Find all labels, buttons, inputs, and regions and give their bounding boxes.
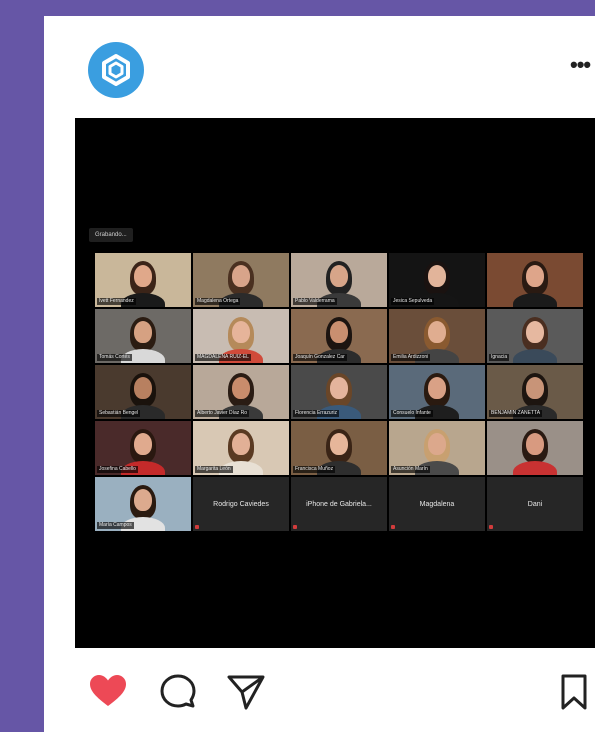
bookmark-icon[interactable] — [558, 672, 590, 712]
heart-icon[interactable] — [88, 672, 128, 712]
participant-name: Ivett Fernandez — [97, 298, 136, 305]
participant-face — [330, 321, 348, 343]
comment-icon[interactable] — [158, 672, 198, 712]
brand-logo-icon — [102, 54, 130, 86]
participant-face — [134, 377, 152, 399]
participant-tile: Francisca Muñoz — [291, 421, 387, 475]
participant-tile — [487, 253, 583, 307]
participant-name: Tomás Cortés — [97, 354, 132, 361]
participant-name: Asunción Marín — [391, 466, 430, 473]
participant-face — [526, 433, 544, 455]
muted-mic-icon — [195, 525, 199, 529]
post-actions — [44, 656, 595, 716]
participant-tile: MAGDALENA RUIZ-EL — [193, 309, 289, 363]
participant-face — [526, 377, 544, 399]
participant-tile: Dani — [487, 477, 583, 531]
participant-face — [428, 265, 446, 287]
participant-name: Francisca Muñoz — [293, 466, 336, 473]
participant-tile: Magdalena Ortega — [193, 253, 289, 307]
participant-name: Sebastián Bengel — [97, 410, 141, 417]
participant-face — [428, 377, 446, 399]
participant-face — [134, 321, 152, 343]
participant-name: Florencia Errazuriz — [293, 410, 339, 417]
participant-name: MAGDALENA RUIZ-EL — [195, 354, 251, 361]
participant-tile: Joaquín Gonzalez Car — [291, 309, 387, 363]
participant-face — [428, 321, 446, 343]
post-image: Grabando... Ivett Fernandez Magdalena Ort… — [75, 118, 595, 648]
muted-mic-icon — [489, 525, 493, 529]
participant-name: Pablo Valderrama — [293, 298, 337, 305]
participant-name: Joaquín Gonzalez Car — [293, 354, 347, 361]
participant-name: BENJAMÍN ZANETTA — [489, 410, 543, 417]
participant-face — [330, 265, 348, 287]
participant-name: Consuelo Infante — [391, 410, 433, 417]
participant-tile: Sebastián Bengel — [95, 365, 191, 419]
participant-face — [134, 489, 152, 511]
participant-name: Josefina Cabello — [97, 466, 138, 473]
participant-name: iPhone de Gabriela... — [306, 500, 372, 508]
participant-tile: Emilia Ardizzoni — [389, 309, 485, 363]
post-card: ••• Grabando... Ivett Fernandez Magdalena… — [44, 16, 595, 732]
participant-face — [526, 321, 544, 343]
more-options-icon[interactable]: ••• — [570, 56, 594, 76]
participant-tile: Asunción Marín — [389, 421, 485, 475]
participant-name: María Campos — [97, 522, 134, 529]
participant-name: Rodrigo Caviedes — [213, 500, 269, 508]
participant-tile: Magdalena — [389, 477, 485, 531]
participant-name: Magdalena Ortega — [195, 298, 241, 305]
participant-face — [330, 433, 348, 455]
participant-tile: Ignacia — [487, 309, 583, 363]
participant-name: Magdalena — [419, 500, 455, 508]
participant-tile — [487, 421, 583, 475]
participant-face — [428, 433, 446, 455]
participant-face — [232, 377, 250, 399]
participant-name: Jesica Sepulveda — [391, 298, 435, 305]
participant-tile: Rodrigo Caviedes — [193, 477, 289, 531]
participant-tile: Jesica Sepulveda — [389, 253, 485, 307]
participant-name: Emilia Ardizzoni — [391, 354, 431, 361]
participant-tile: BENJAMÍN ZANETTA — [487, 365, 583, 419]
participant-tile: Tomás Cortés — [95, 309, 191, 363]
participant-face — [526, 265, 544, 287]
participant-name: Ignacia — [489, 354, 510, 361]
participant-face — [232, 265, 250, 287]
muted-mic-icon — [293, 525, 297, 529]
participant-face — [232, 433, 250, 455]
participant-tile: Florencia Errazuriz — [291, 365, 387, 419]
participant-tile: Pablo Valderrama — [291, 253, 387, 307]
participant-tile: iPhone de Gabriela... — [291, 477, 387, 531]
video-call-grid: Ivett Fernandez Magdalena Ortega Pablo Val… — [95, 253, 595, 535]
participant-name: Margarita León — [195, 466, 233, 473]
participant-tile: María Campos — [95, 477, 191, 531]
share-icon[interactable] — [226, 672, 266, 712]
muted-mic-icon — [391, 525, 395, 529]
participant-tile: Margarita León — [193, 421, 289, 475]
participant-tile: Consuelo Infante — [389, 365, 485, 419]
participant-face — [134, 265, 152, 287]
participant-face — [134, 433, 152, 455]
participant-name: Dani — [527, 500, 543, 508]
participant-face — [330, 377, 348, 399]
participant-tile: Josefina Cabello — [95, 421, 191, 475]
participant-tile: Alberto Javier Díaz Ro — [193, 365, 289, 419]
participant-tile: Ivett Fernandez — [95, 253, 191, 307]
recording-badge: Grabando... — [89, 228, 133, 242]
participant-name: Alberto Javier Díaz Ro — [195, 410, 250, 417]
profile-avatar[interactable] — [88, 42, 144, 98]
participant-face — [232, 321, 250, 343]
